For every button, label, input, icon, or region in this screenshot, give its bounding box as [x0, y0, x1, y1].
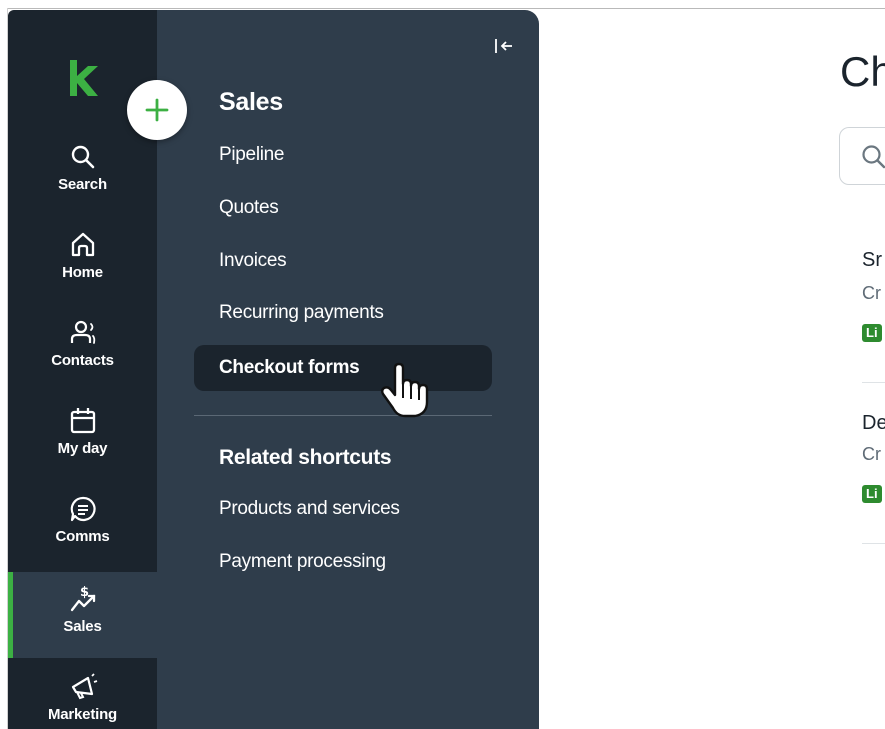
list-item-subtitle: Cr [862, 283, 881, 303]
list-item-subtitle: Cr [862, 444, 881, 464]
rail-item-label: Home [62, 264, 103, 281]
menu-item-quotes[interactable]: Quotes [219, 197, 279, 219]
keap-logo-icon [70, 60, 98, 96]
rail-item-label: Contacts [51, 352, 114, 369]
plus-icon [145, 98, 169, 122]
rail-item-sales[interactable]: $ Sales [8, 572, 157, 658]
menu-item-checkout-forms[interactable]: Checkout forms [194, 345, 492, 391]
list-item-title[interactable]: De [862, 412, 885, 435]
search-icon [862, 145, 885, 169]
menu-divider [194, 415, 492, 416]
search-icon [71, 145, 94, 169]
rail-item-label: Marketing [47, 706, 118, 723]
rail-item-home[interactable]: Home [8, 230, 157, 316]
menu-item-pipeline[interactable]: Pipeline [219, 144, 285, 166]
chat-icon [70, 496, 96, 522]
rail-item-search[interactable]: Search [8, 142, 157, 228]
rail-item-label: Comms [55, 528, 110, 545]
row-divider [862, 382, 885, 383]
hand-pointer-cursor-icon [381, 362, 429, 418]
sales-icon: $ [70, 585, 95, 612]
page-title: Ch [840, 48, 885, 95]
related-shortcuts-title: Related shortcuts [219, 446, 392, 469]
home-icon [71, 232, 94, 257]
rail-item-label: My day [57, 440, 108, 457]
create-new-button[interactable] [127, 80, 187, 140]
menu-item-invoices[interactable]: Invoices [219, 250, 287, 272]
megaphone-icon [71, 673, 97, 700]
sales-flyout-menu: Sales Pipeline Quotes Invoices Recurring… [157, 10, 539, 729]
calendar-icon [70, 408, 95, 434]
list-item-title[interactable]: Sr [862, 249, 882, 272]
window-left-border [0, 8, 8, 729]
rail-item-my-day[interactable]: My day [8, 406, 157, 492]
contacts-icon [70, 320, 95, 344]
rail-item-contacts[interactable]: Contacts [8, 318, 157, 404]
menu-item-products-and-services[interactable]: Products and services [219, 498, 400, 520]
row-divider [862, 543, 885, 544]
rail-item-label: Sales [63, 618, 102, 635]
rail-item-marketing[interactable]: Marketing [8, 672, 157, 729]
status-badge: Li [862, 485, 882, 503]
svg-text:$: $ [80, 585, 89, 600]
collapse-menu-icon[interactable] [493, 36, 515, 56]
rail-item-comms[interactable]: Comms [8, 494, 157, 580]
status-badge: Li [862, 324, 882, 342]
window-top-border [0, 8, 885, 9]
menu-item-recurring-payments[interactable]: Recurring payments [219, 302, 384, 324]
menu-item-payment-processing[interactable]: Payment processing [219, 551, 386, 573]
flyout-section-title: Sales [219, 88, 283, 116]
search-input[interactable] [839, 127, 885, 185]
rail-item-label: Search [58, 176, 107, 193]
